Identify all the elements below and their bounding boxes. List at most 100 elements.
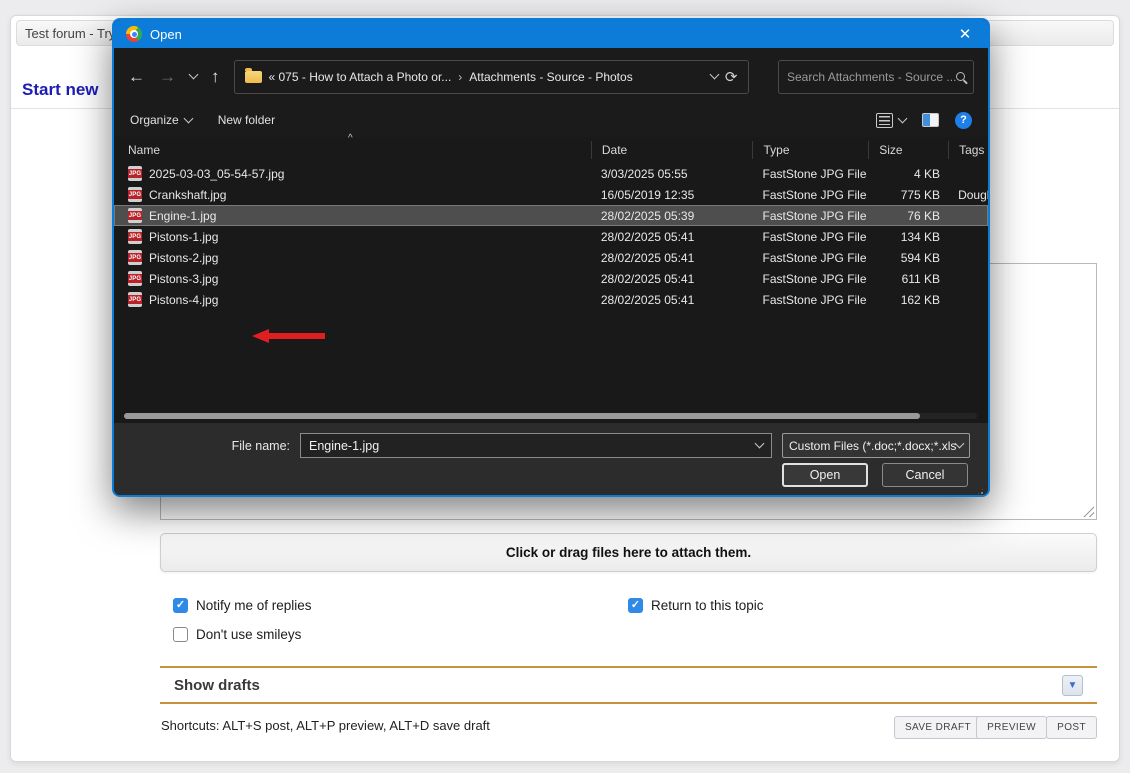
breadcrumb-separator: ›: [458, 70, 462, 84]
horizontal-scrollbar[interactable]: [124, 413, 977, 419]
jpg-file-icon: JPG: [128, 229, 142, 244]
file-tags: [948, 226, 988, 247]
file-name-box[interactable]: [300, 433, 772, 458]
dialog-navbar: ← → ↑ « 075 - How to Attach a Photo or..…: [114, 48, 988, 105]
file-type: FastStone JPG File: [752, 184, 868, 205]
jpg-file-icon: JPG: [128, 166, 142, 181]
preview-button[interactable]: PREVIEW: [976, 716, 1047, 739]
file-name: Engine-1.jpg: [149, 209, 216, 223]
file-size: 775 KB: [868, 184, 948, 205]
list-view-icon: [876, 113, 893, 128]
refresh-icon[interactable]: ⟳: [725, 68, 738, 86]
new-folder-button[interactable]: New folder: [218, 113, 275, 127]
view-mode-button[interactable]: [876, 113, 906, 128]
file-tags: [948, 289, 988, 310]
file-name-chevron-icon[interactable]: [755, 439, 765, 449]
file-name-input[interactable]: [309, 439, 756, 453]
file-row[interactable]: JPG 2025-03-03_05-54-57.jpg 3/03/2025 05…: [114, 163, 988, 184]
smileys-checkbox-row[interactable]: Don't use smileys: [173, 627, 301, 642]
jpg-file-icon: JPG: [128, 187, 142, 202]
file-row[interactable]: JPG Pistons-2.jpg 28/02/2025 05:41 FastS…: [114, 247, 988, 268]
file-row[interactable]: JPG Pistons-3.jpg 28/02/2025 05:41 FastS…: [114, 268, 988, 289]
file-tags: [948, 247, 988, 268]
file-name-label: File name:: [114, 439, 300, 453]
chrome-icon: [126, 26, 142, 42]
annotation-arrow-icon: [252, 329, 326, 343]
close-icon[interactable]: ✕: [954, 25, 976, 43]
scrollbar-thumb[interactable]: [124, 413, 920, 419]
jpg-file-icon: JPG: [128, 250, 142, 265]
file-date: 28/02/2025 05:41: [591, 247, 753, 268]
file-date: 28/02/2025 05:41: [591, 226, 753, 247]
preview-pane-icon[interactable]: [922, 113, 939, 127]
file-type: FastStone JPG File: [752, 247, 868, 268]
smileys-checkbox[interactable]: [173, 627, 188, 642]
file-name: Pistons-2.jpg: [149, 251, 218, 265]
post-button[interactable]: POST: [1046, 716, 1097, 739]
dialog-footer: File name: Custom Files (*.doc;*.docx;*.…: [114, 423, 988, 497]
file-row[interactable]: JPG Crankshaft.jpg 16/05/2019 12:35 Fast…: [114, 184, 988, 205]
file-type: FastStone JPG File: [752, 205, 868, 226]
file-size: 134 KB: [868, 226, 948, 247]
save-draft-button[interactable]: SAVE DRAFT: [894, 716, 982, 739]
file-type: FastStone JPG File: [752, 268, 868, 289]
file-date: 28/02/2025 05:41: [591, 289, 753, 310]
organize-menu[interactable]: Organize: [130, 113, 192, 127]
file-date: 3/03/2025 05:55: [591, 163, 753, 184]
back-button[interactable]: ←: [128, 68, 145, 85]
file-type: FastStone JPG File: [752, 289, 868, 310]
return-topic-checkbox-label: Return to this topic: [651, 598, 764, 613]
dialog-titlebar[interactable]: Open ✕: [114, 20, 988, 48]
return-topic-checkbox[interactable]: [628, 598, 643, 613]
recent-locations-chevron-icon[interactable]: [189, 70, 199, 80]
search-input[interactable]: [787, 70, 956, 84]
column-header-size[interactable]: Size: [868, 141, 948, 159]
file-name: Pistons-3.jpg: [149, 272, 218, 286]
dialog-resize-grip[interactable]: [976, 487, 985, 496]
file-row[interactable]: JPG Pistons-4.jpg 28/02/2025 05:41 FastS…: [114, 289, 988, 310]
notify-checkbox-label: Notify me of replies: [196, 598, 312, 613]
file-list-area: ^ Name Date Type Size Tags JPG 2025-03-0…: [114, 137, 988, 423]
new-folder-label: New folder: [218, 113, 275, 127]
file-type: FastStone JPG File: [752, 226, 868, 247]
file-row[interactable]: JPG Engine-1.jpg 28/02/2025 05:39 FastSt…: [114, 205, 988, 226]
breadcrumb-root[interactable]: « 075 - How to Attach a Photo or...: [269, 70, 452, 84]
file-tags: [948, 205, 988, 226]
show-drafts-toggle-button[interactable]: ▼: [1062, 675, 1083, 696]
open-button[interactable]: Open: [782, 463, 868, 487]
file-type-value: Custom Files (*.doc;*.docx;*.xls: [789, 439, 956, 453]
up-button[interactable]: ↑: [211, 68, 220, 85]
return-topic-checkbox-row[interactable]: Return to this topic: [628, 598, 764, 613]
file-name: Pistons-4.jpg: [149, 293, 218, 307]
file-tags: Dougl: [948, 184, 988, 205]
file-row[interactable]: JPG Pistons-1.jpg 28/02/2025 05:41 FastS…: [114, 226, 988, 247]
file-type-select[interactable]: Custom Files (*.doc;*.docx;*.xls: [782, 433, 970, 458]
address-bar[interactable]: « 075 - How to Attach a Photo or... › At…: [234, 60, 749, 94]
search-box[interactable]: [778, 60, 974, 94]
breadcrumb-current[interactable]: Attachments - Source - Photos: [469, 70, 632, 84]
forward-button[interactable]: →: [159, 68, 176, 85]
open-file-dialog: Open ✕ ← → ↑ « 075 - How to Attach a Pho…: [112, 18, 990, 497]
column-header-date[interactable]: Date: [591, 141, 753, 159]
file-size: 4 KB: [868, 163, 948, 184]
notify-checkbox[interactable]: [173, 598, 188, 613]
file-date: 16/05/2019 12:35: [591, 184, 753, 205]
jpg-file-icon: JPG: [128, 292, 142, 307]
column-header-row: ^ Name Date Type Size Tags: [114, 137, 988, 163]
file-size: 594 KB: [868, 247, 948, 268]
cancel-button[interactable]: Cancel: [882, 463, 968, 487]
textarea-resize-grip[interactable]: [1083, 506, 1094, 517]
column-header-tags[interactable]: Tags: [948, 141, 988, 159]
column-header-name[interactable]: Name: [114, 143, 591, 157]
address-dropdown-chevron-icon[interactable]: [709, 70, 719, 80]
attach-dropzone[interactable]: Click or drag files here to attach them.: [160, 533, 1097, 572]
notify-checkbox-row[interactable]: Notify me of replies: [173, 598, 312, 613]
file-size: 162 KB: [868, 289, 948, 310]
show-drafts-section: Show drafts ▼: [160, 666, 1097, 704]
page-title: Start new: [22, 80, 99, 100]
sort-ascending-icon: ^: [348, 133, 353, 144]
help-icon[interactable]: ?: [955, 112, 972, 129]
column-header-type[interactable]: Type: [752, 141, 868, 159]
smileys-checkbox-label: Don't use smileys: [196, 627, 301, 642]
search-icon: [956, 72, 965, 81]
